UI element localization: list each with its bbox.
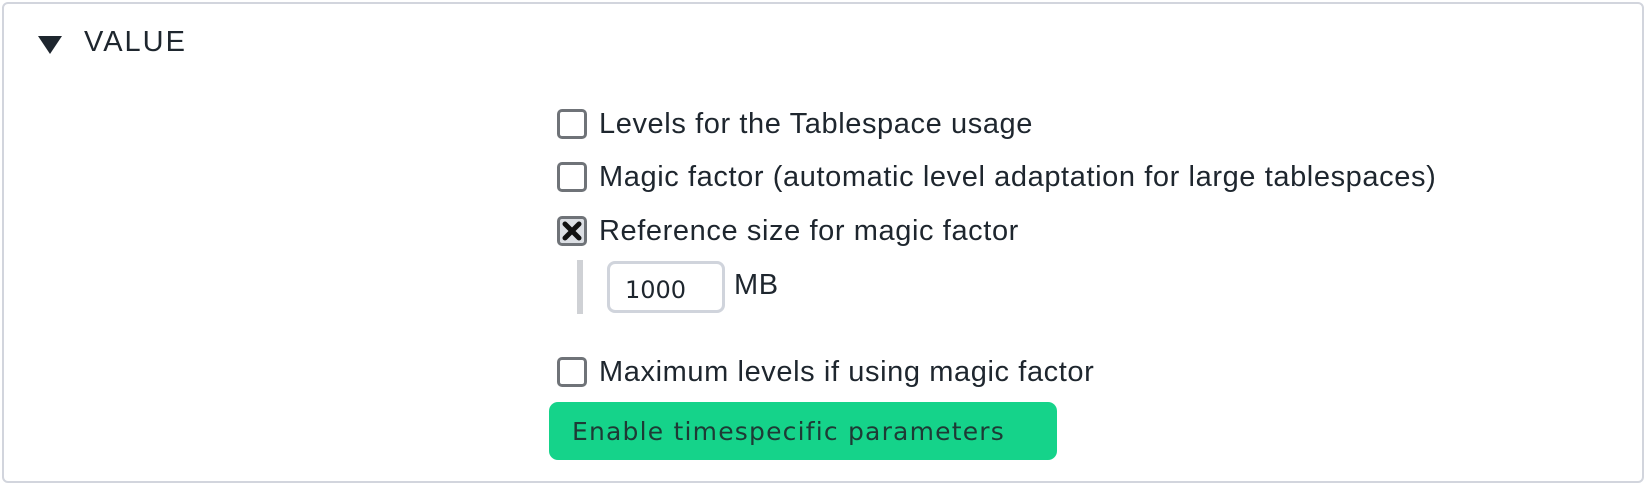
option-magic-factor[interactable]: Magic factor (automatic level adaptation… xyxy=(557,157,1436,197)
section-header[interactable]: VALUE xyxy=(38,22,187,62)
value-section-panel: VALUE Levels for the Tablespace usage Ma… xyxy=(2,2,1644,483)
option-maximum-levels[interactable]: Maximum levels if using magic factor xyxy=(557,352,1094,392)
reference-size-input[interactable] xyxy=(607,261,725,313)
triangle-down-icon[interactable] xyxy=(38,36,62,54)
option-reference-size[interactable]: Reference size for magic factor xyxy=(557,211,1019,251)
reference-size-row: MB xyxy=(577,260,779,314)
checkbox-maximum-levels[interactable] xyxy=(557,357,587,387)
checkbox-magic-factor[interactable] xyxy=(557,162,587,192)
option-tablespace-levels[interactable]: Levels for the Tablespace usage xyxy=(557,104,1033,144)
option-label: Maximum levels if using magic factor xyxy=(599,355,1095,388)
option-label: Reference size for magic factor xyxy=(599,214,1019,247)
option-label: Magic factor (automatic level adaptation… xyxy=(599,160,1437,193)
section-title: VALUE xyxy=(84,25,187,58)
enable-timespecific-button[interactable]: Enable timespecific parameters xyxy=(549,402,1057,460)
checkbox-tablespace-levels[interactable] xyxy=(557,109,587,139)
check-x-icon xyxy=(562,221,582,241)
unit-label: MB xyxy=(734,268,779,301)
option-label: Levels for the Tablespace usage xyxy=(599,107,1034,140)
indent-bar xyxy=(577,260,583,314)
checkbox-reference-size[interactable] xyxy=(557,216,587,246)
